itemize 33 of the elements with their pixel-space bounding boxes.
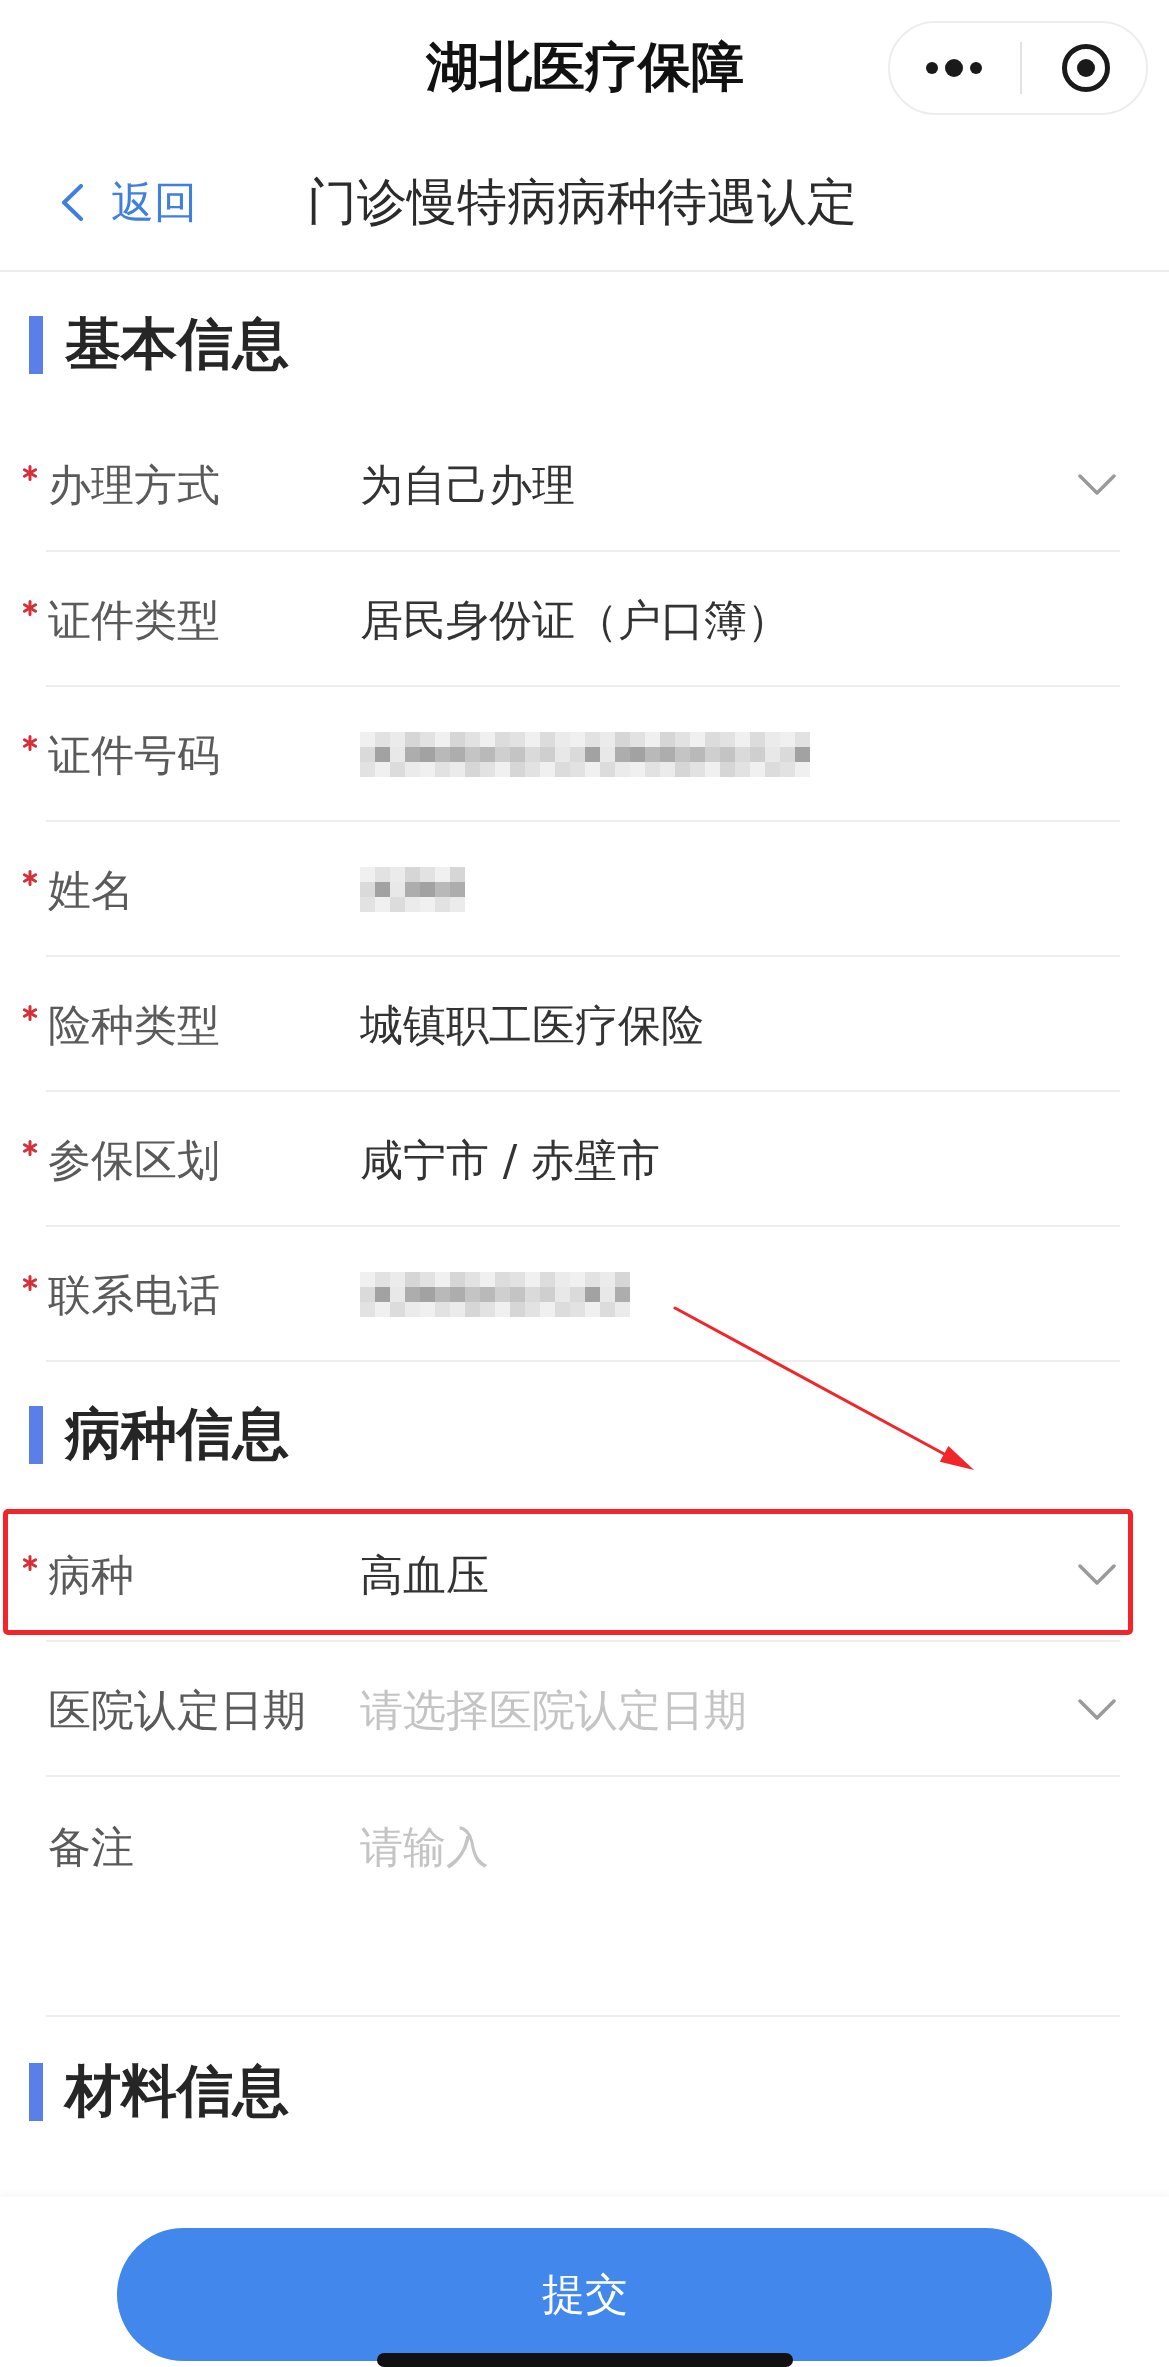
chevron-down-icon [1078,1698,1116,1721]
field-label: 证件类型 [48,593,220,646]
field-label: 办理方式 [48,458,220,511]
submit-button[interactable]: 提交 [117,2228,1052,2361]
section-title: 基本信息 [65,309,289,378]
section-title: 病种信息 [65,1399,289,1468]
section-title: 材料信息 [65,2057,289,2125]
chevron-down-icon [1078,1563,1116,1586]
field-label: 姓名 [48,863,134,916]
section-marker-icon [29,2063,43,2121]
field-label: 备注 [48,1821,134,1873]
field-value: 城镇职工医疗保险 [360,998,704,1051]
back-button[interactable]: 返回 [61,173,197,232]
more-icon[interactable] [926,58,982,77]
chevron-down-icon [1078,473,1116,496]
section-marker-icon [29,315,43,374]
chevron-left-icon [61,184,84,221]
page-title: 门诊慢特病病种待遇认定 [307,172,857,233]
field-value: 咸宁市 / 赤壁市 [360,1133,660,1186]
target-icon[interactable] [1061,42,1111,93]
field-label: 参保区划 [48,1133,220,1186]
remark-textarea[interactable]: 请输入 [360,1821,1116,1991]
field-label: 证件号码 [48,728,220,781]
field-label: 险种类型 [48,998,220,1051]
app-title: 湖北医疗保障 [425,34,744,99]
section-marker-icon [29,1405,43,1464]
field-label: 病种 [48,1548,134,1601]
home-indicator-icon [377,2353,793,2367]
select-field[interactable]: 高血压 [360,1548,1116,1601]
field-label: 联系电话 [48,1268,220,1321]
field-value: 居民身份证（户口簿） [360,593,790,646]
select-field[interactable]: 为自己办理 [360,458,1116,511]
field-label: 医院认定日期 [48,1683,306,1736]
